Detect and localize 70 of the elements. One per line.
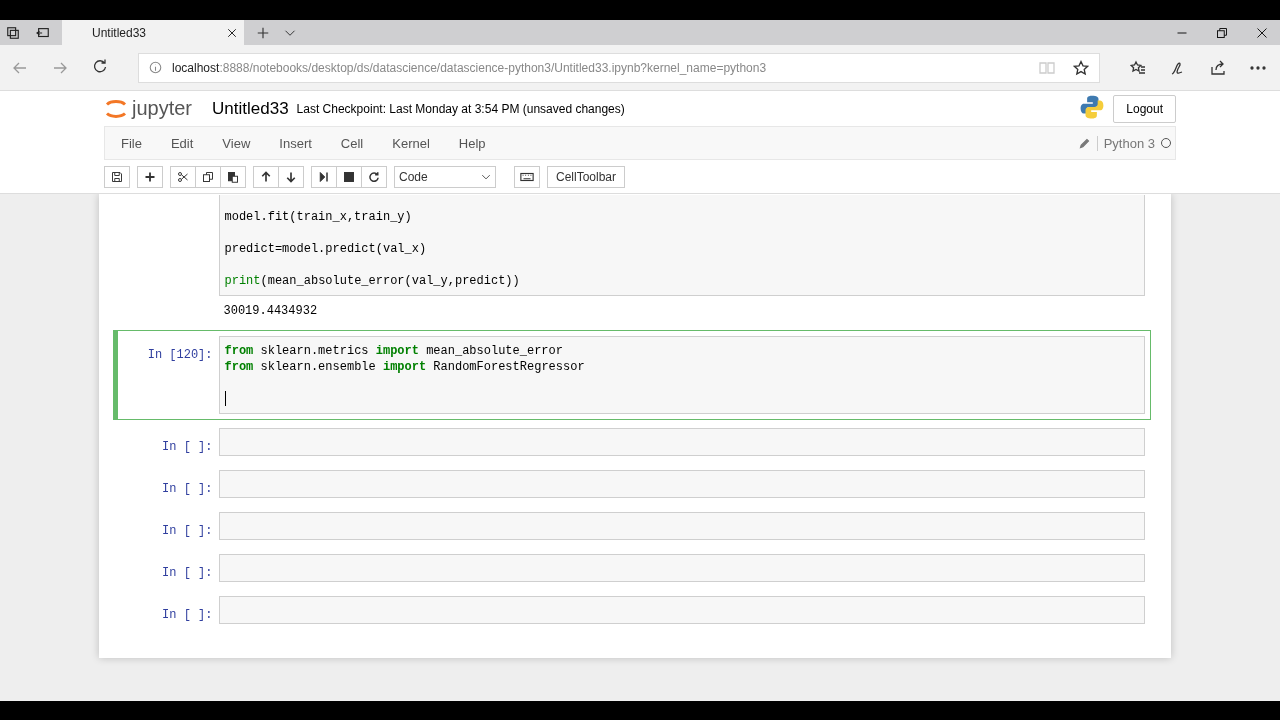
menu-item[interactable]: Cell	[328, 135, 376, 151]
python-logo-icon	[1079, 93, 1106, 120]
kernel-name: Python 3	[1096, 135, 1155, 151]
logout-button[interactable]: Logout	[1113, 94, 1176, 123]
cell-output: 30019.4434932	[223, 304, 318, 318]
save-button[interactable]	[104, 165, 130, 188]
cell-prompt: In [ ]:	[162, 440, 213, 454]
tab-aside-icon[interactable]	[36, 25, 50, 40]
copy-button[interactable]	[195, 165, 221, 188]
arrow-up-icon	[260, 170, 272, 183]
star-icon[interactable]	[1073, 59, 1089, 76]
tabs-icon[interactable]	[6, 25, 20, 40]
restart-button[interactable]	[361, 165, 387, 188]
close-icon[interactable]	[226, 26, 238, 39]
add-cell-button[interactable]	[137, 165, 163, 188]
refresh-icon	[368, 170, 380, 183]
scissors-icon	[177, 170, 189, 183]
new-tab-icon[interactable]	[256, 25, 270, 40]
favorites-icon[interactable]	[1130, 59, 1146, 76]
code-cell[interactable]	[218, 470, 1145, 498]
checkpoint-text: Last Checkpoint: Last Monday at 3:54 PM (unsaved changes)	[296, 101, 625, 116]
cut-button[interactable]	[170, 165, 196, 188]
close-icon[interactable]	[1256, 26, 1268, 39]
notebook-title[interactable]: Untitled33	[212, 98, 289, 119]
menu-item[interactable]: File	[109, 135, 154, 151]
move-up-button[interactable]	[253, 165, 279, 188]
cell-type-dropdown[interactable]: Code	[394, 165, 496, 188]
menu-item[interactable]: Kernel	[380, 135, 442, 151]
arrow-down-icon	[285, 170, 297, 183]
refresh-icon[interactable]	[92, 57, 108, 74]
restore-icon[interactable]	[1216, 26, 1228, 39]
code-line: predict=model.predict(val_x)	[224, 241, 427, 257]
cell-prompt: In [ ]:	[162, 608, 213, 622]
paste-button[interactable]	[220, 165, 246, 188]
stop-button[interactable]	[336, 165, 362, 188]
cell-prompt: In [ ]:	[162, 524, 213, 538]
move-down-button[interactable]	[278, 165, 304, 188]
paste-icon	[227, 170, 239, 183]
code-cell[interactable]: from sklearn.metrics import mean_absolute_error from sklearn.ensemble import RandomForestRegressor	[218, 336, 1145, 414]
code-cell[interactable]: model.fit(train_x,train_y) predict=model.predict(val_x) print(mean_absolute_error(val_y,predict))	[218, 195, 1145, 296]
celltoolbar-button[interactable]: CellToolbar	[547, 165, 626, 188]
cell-prompt: In [ ]:	[162, 566, 213, 580]
keyboard-button[interactable]	[514, 165, 540, 188]
code-cell[interactable]	[218, 428, 1145, 456]
browser-tab[interactable]: Untitled33	[62, 20, 244, 45]
pencil-icon[interactable]	[1077, 136, 1091, 150]
plus-icon	[144, 170, 156, 183]
share-icon[interactable]	[1210, 59, 1226, 76]
menu-item[interactable]: Edit	[158, 135, 206, 151]
run-button[interactable]	[311, 165, 337, 188]
code-cell[interactable]	[218, 596, 1145, 624]
logo-text: jupyter	[132, 97, 193, 120]
code-line: from sklearn.metrics import mean_absolute_error	[224, 343, 563, 359]
stop-icon	[343, 170, 355, 183]
code-cell[interactable]	[218, 512, 1145, 540]
menu-item[interactable]: Insert	[267, 135, 324, 151]
step-icon	[318, 170, 330, 183]
text-cursor	[224, 391, 226, 406]
copy-icon	[202, 170, 214, 183]
info-icon	[149, 61, 162, 74]
address-bar[interactable]: localhost:8888/notebooks/desktop/ds/datascience/datascience-python3/Untitled33.ipynb?kernel_name=python3	[138, 52, 1100, 83]
menu-item[interactable]: Help	[446, 135, 498, 151]
code-line: model.fit(train_x,train_y)	[224, 209, 412, 225]
code-line: from sklearn.ensemble import RandomForestRegressor	[224, 359, 585, 375]
code-cell[interactable]	[218, 554, 1145, 582]
save-icon	[111, 170, 123, 183]
cell-prompt: In [120]:	[147, 348, 213, 362]
menu-item[interactable]: View	[210, 135, 263, 151]
cell-prompt: In [ ]:	[162, 482, 213, 496]
code-line: print(mean_absolute_error(val_y,predict))	[224, 273, 520, 289]
